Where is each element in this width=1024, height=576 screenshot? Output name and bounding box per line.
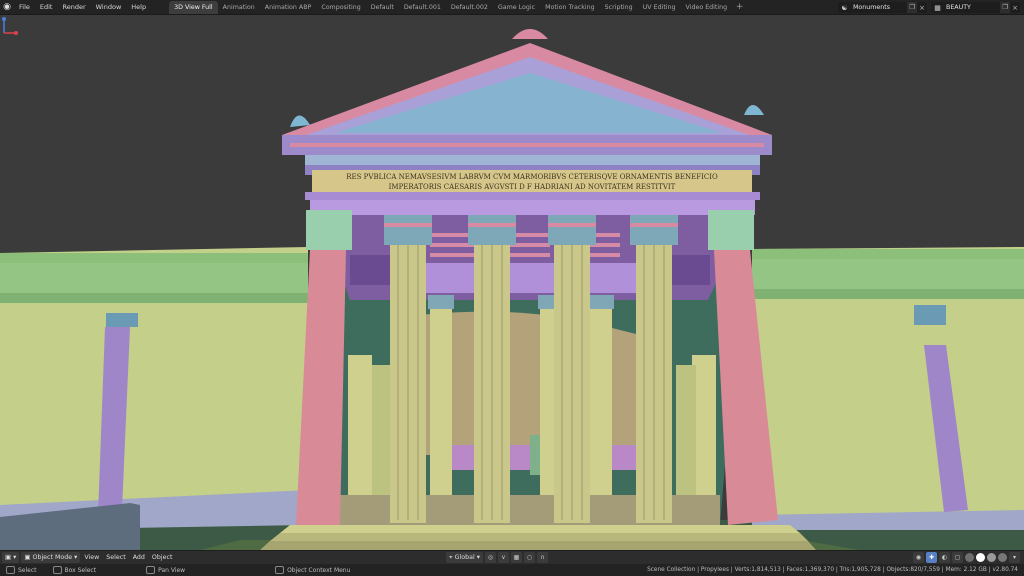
view-object-types-icon[interactable]: ◉ — [913, 552, 924, 563]
blender-logo-icon[interactable]: ◉ — [0, 0, 14, 15]
xray-icon[interactable]: ▢ — [952, 552, 963, 563]
inscription-line2: IMPERATORIS CAESARIS AVGVSTI D F HADRIAN… — [389, 183, 676, 191]
mouse-drag-icon — [52, 566, 62, 574]
status-context-menu: Object Context Menu — [275, 566, 350, 574]
shading-options-icon[interactable]: ▾ — [1009, 552, 1020, 563]
workspace-tab[interactable]: 3D View Full — [169, 0, 218, 14]
workspace-tab[interactable]: Motion Tracking — [540, 1, 600, 14]
scene-name[interactable]: Monuments — [851, 4, 907, 11]
menu-help[interactable]: Help — [126, 0, 151, 15]
status-pan-view: Pan View — [146, 566, 185, 574]
mouse-left-icon — [6, 566, 15, 574]
chevron-down-icon: ▾ — [74, 554, 78, 561]
gizmo-toggle-icon[interactable]: ✚ — [926, 552, 937, 563]
workspace-tab[interactable]: Animation ABP — [260, 1, 317, 14]
falloff-icon[interactable]: ∩ — [536, 552, 548, 563]
workspace-tab[interactable]: Default.001 — [399, 1, 446, 14]
status-bar: Select Box Select Pan View Object Contex… — [0, 564, 1024, 576]
snap-icon[interactable]: ∨ — [497, 552, 509, 563]
object-mode-icon: ▣ — [24, 553, 31, 561]
view-menu[interactable]: View — [81, 552, 102, 563]
pivot-icon[interactable]: ◎ — [484, 552, 496, 563]
chevron-down-icon: ▾ — [476, 554, 480, 561]
wireframe-shading-icon[interactable] — [965, 553, 974, 562]
transform-orientation-selector[interactable]: ⌖ Global ▾ — [446, 552, 483, 563]
view-layer-icon: ▦ — [934, 3, 941, 12]
top-right-fields: ☯ Monuments ❐ × ▦ BEAUTY ❐ × — [834, 0, 1024, 15]
menu-render[interactable]: Render — [57, 0, 90, 15]
shading-controls: ◉ ✚ ◐ ▢ ▾ — [911, 552, 1020, 563]
viewport-scene: RES PVBLICA NEMAVSESIVM LABRVM CVM MARMO… — [0, 15, 1024, 550]
mode-selector[interactable]: ▣ Object Mode ▾ — [21, 552, 81, 563]
orientation-icon: ⌖ — [449, 553, 453, 561]
menu-window[interactable]: Window — [91, 0, 127, 15]
snap-target-icon[interactable]: ▦ — [510, 552, 522, 563]
scene-stats: Scene Collection | Propylees | Verts:1,8… — [647, 567, 1018, 573]
copy-icon[interactable]: ❐ — [907, 2, 917, 13]
material-shading-icon[interactable] — [987, 553, 996, 562]
menu-file[interactable]: File — [14, 0, 35, 15]
view-layer-selector[interactable]: ▦ BEAUTY ❐ × — [931, 2, 1020, 13]
scene-selector[interactable]: ☯ Monuments ❐ × — [838, 2, 927, 13]
mouse-right-icon — [275, 566, 285, 574]
object-menu[interactable]: Object — [149, 552, 176, 563]
add-workspace-button[interactable]: + — [734, 2, 745, 13]
3d-viewport[interactable]: RES PVBLICA NEMAVSESIVM LABRVM CVM MARMO… — [0, 15, 1024, 550]
rendered-shading-icon[interactable] — [998, 553, 1007, 562]
workspace-tab[interactable]: UV Editing — [638, 1, 681, 14]
close-icon[interactable]: × — [917, 4, 927, 12]
mode-label: Object Mode — [32, 554, 73, 561]
menu-edit[interactable]: Edit — [35, 0, 58, 15]
status-box-select: Box Select — [52, 566, 96, 574]
main-menu: File Edit Render Window Help — [14, 0, 151, 15]
inscription-line1: RES PVBLICA NEMAVSESIVM LABRVM CVM MARMO… — [346, 173, 718, 181]
overlays-icon[interactable]: ◐ — [939, 552, 950, 563]
orientation-label: Global — [454, 554, 475, 561]
viewport-header: ▣ ▾ ▣ Object Mode ▾ View Select Add Objec… — [0, 550, 1024, 564]
workspace-tabs: 3D View Full Animation Animation ABP Compos… — [169, 0, 732, 15]
mouse-middle-icon — [146, 566, 156, 574]
workspace-tab[interactable]: Default — [366, 1, 399, 14]
workspace-tab[interactable]: Animation — [218, 1, 260, 14]
workspace-tab[interactable]: Default.002 — [446, 1, 493, 14]
workspace-tab[interactable]: Game Logic — [493, 1, 540, 14]
transform-controls: ⌖ Global ▾ ◎ ∨ ▦ ○ ∩ — [444, 552, 548, 563]
copy-icon[interactable]: ❐ — [1000, 2, 1010, 13]
solid-shading-icon[interactable] — [976, 553, 985, 562]
workspace-tab[interactable]: Video Editing — [681, 1, 733, 14]
editor-type-button[interactable]: ▣ ▾ — [2, 552, 20, 563]
workspace-tab[interactable]: Compositing — [316, 1, 365, 14]
top-bar: ◉ File Edit Render Window Help 3D View Full A… — [0, 0, 1024, 15]
add-menu[interactable]: Add — [130, 552, 148, 563]
status-select: Select — [6, 566, 37, 574]
workspace-tab[interactable]: Scripting — [600, 1, 638, 14]
close-icon[interactable]: × — [1010, 4, 1020, 12]
proportional-edit-icon[interactable]: ○ — [523, 552, 535, 563]
navigation-gizmo-icon[interactable] — [0, 15, 22, 37]
view-layer-name[interactable]: BEAUTY — [944, 4, 1000, 11]
select-menu[interactable]: Select — [103, 552, 128, 563]
cube-icon: ▣ — [5, 553, 12, 561]
scene-icon: ☯ — [841, 3, 848, 12]
